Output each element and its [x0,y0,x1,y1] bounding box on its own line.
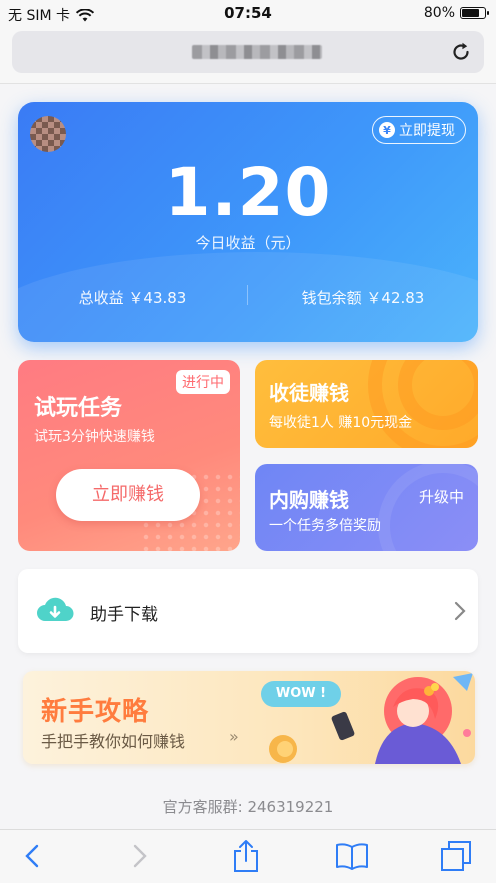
purchase-status-badge: 升级中 [418,488,464,506]
earn-now-button[interactable]: 立即赚钱 [56,469,200,521]
helper-download-row[interactable]: 助手下载 [18,569,478,653]
browser-address-area [0,26,496,84]
tabs-icon [441,841,471,871]
browser-toolbar [0,829,496,883]
trial-task-subtitle: 试玩3分钟快速赚钱 [34,429,155,445]
status-right: 80% [423,5,489,21]
share-button[interactable] [226,838,266,874]
guide-arrows: » [229,727,239,746]
forward-button[interactable] [120,838,160,874]
trial-task-title: 试玩任务 [34,396,123,421]
purchase-title: 内购赚钱 [269,488,349,512]
guide-subtitle: 手把手教你如何赚钱 [41,732,186,751]
battery-text: 80% [423,5,455,21]
purchase-subtitle: 一个任务多倍奖励 [269,518,381,534]
today-earnings-value: 1.20 [164,154,332,231]
total-earnings: 总收益 ￥43.83 [78,289,187,307]
chevron-right-icon [454,601,466,621]
battery-icon [460,7,489,19]
wallet-balance: 钱包余额 ￥42.83 [301,289,425,307]
purchase-ring-decoration [378,464,478,551]
today-earnings-label: 今日收益（元） [195,234,301,252]
share-icon [234,840,258,872]
forward-icon [133,844,147,868]
wow-bubble: WOW ! [261,681,341,707]
bookmarks-icon [336,843,368,870]
in-app-purchase-card[interactable]: 内购赚钱 升级中 一个任务多倍奖励 [255,464,478,551]
withdraw-label: 立即提现 [399,123,455,139]
back-icon [25,844,39,868]
earnings-card: ¥ 立即提现 1.20 今日收益（元） 总收益 ￥43.83 钱包余额 ￥42.… [18,102,478,342]
trial-task-card[interactable]: 进行中 试玩任务 试玩3分钟快速赚钱 立即赚钱 [18,360,240,551]
battery-fill [462,9,480,17]
recruit-title: 收徒赚钱 [269,381,349,405]
status-time: 07:54 [224,4,272,22]
recruit-card[interactable]: 收徒赚钱 每收徒1人 赚10元现金 [255,360,478,448]
customer-service-group: 官方客服群: 246319221 [162,798,334,816]
helper-download-label: 助手下载 [90,605,158,625]
reload-icon[interactable] [450,41,472,63]
url-field[interactable] [12,31,484,73]
tabs-button[interactable] [436,838,476,874]
withdraw-button[interactable]: ¥ 立即提现 [372,116,466,144]
yen-icon: ¥ [379,122,395,138]
avatar[interactable] [30,116,66,152]
back-button[interactable] [12,838,52,874]
trial-status-badge: 进行中 [176,370,230,394]
guide-title: 新手攻略 [41,697,150,727]
cloud-download-icon [37,597,74,621]
recruit-subtitle: 每收徒1人 赚10元现金 [269,415,413,431]
newbie-guide-banner[interactable]: 新手攻略 手把手教你如何赚钱 » WOW ! [23,671,475,764]
bookmarks-button[interactable] [332,838,372,874]
url-blurred-text [192,45,322,59]
status-bar: 无 SIM 卡 07:54 80% [0,0,496,26]
